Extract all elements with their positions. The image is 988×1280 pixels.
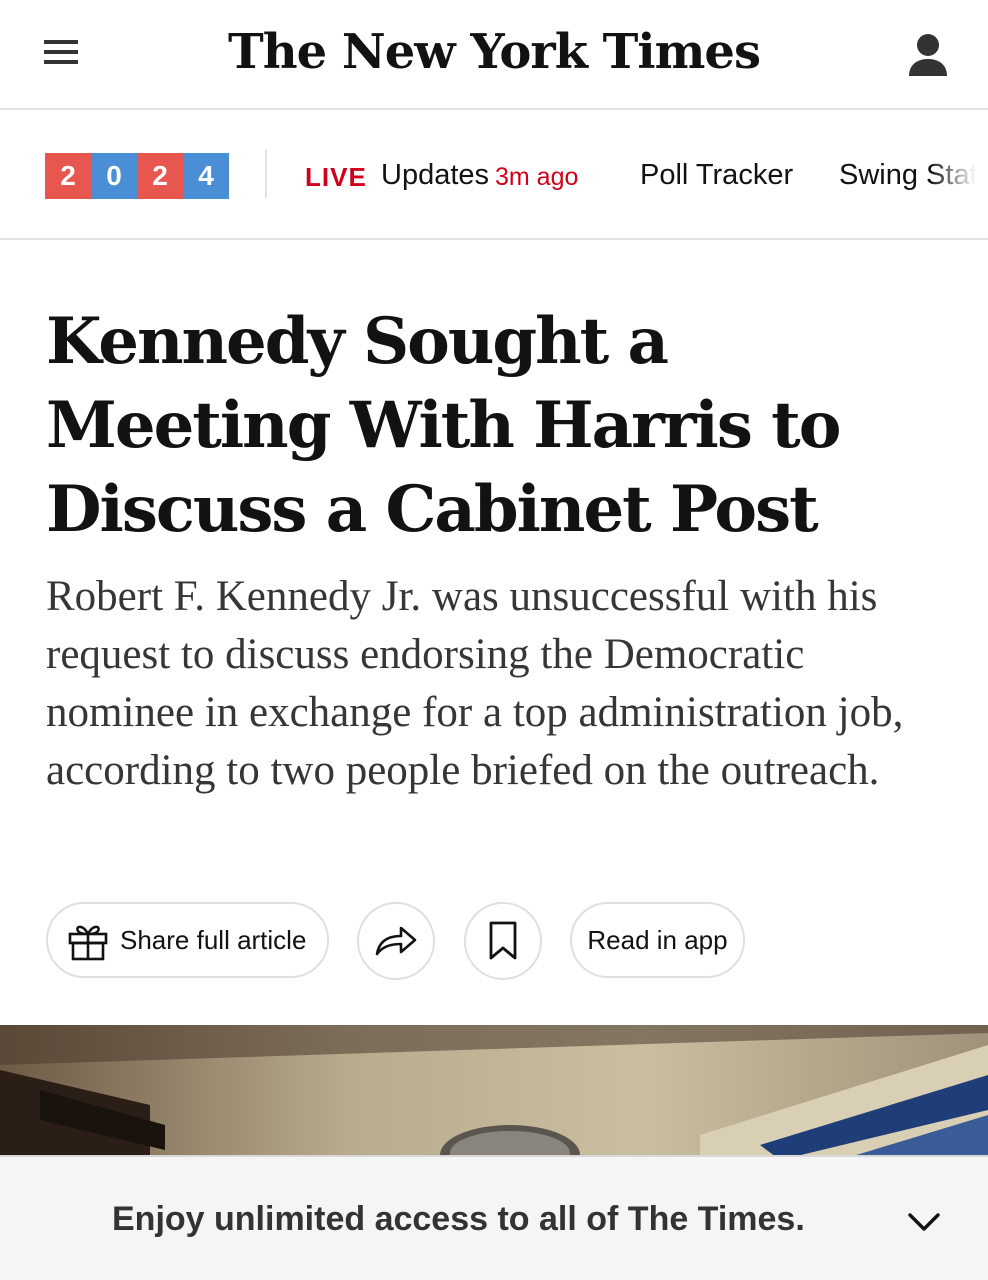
bookmark-icon xyxy=(489,921,517,960)
banner-text: Enjoy unlimited access to all of The Tim… xyxy=(112,1200,805,1238)
top-header: The New York Times xyxy=(0,0,988,110)
live-updates-link[interactable]: Updates xyxy=(381,159,489,192)
article-headline: Kennedy Sought a Meeting With Harris to … xyxy=(46,304,841,547)
account-icon[interactable] xyxy=(906,32,950,80)
read-in-app-label: Read in app xyxy=(587,924,728,955)
save-article-button[interactable] xyxy=(464,902,542,980)
year-digit: 0 xyxy=(91,153,137,199)
share-button[interactable] xyxy=(357,902,435,980)
nav-divider xyxy=(265,150,267,198)
election-nav-bar: 2 0 2 4 LIVE Updates 3m ago Poll Tracker… xyxy=(0,110,988,240)
article-lead-photo[interactable] xyxy=(0,1025,988,1160)
share-full-article-button[interactable]: Share full article xyxy=(46,902,329,978)
updated-time-ago: 3m ago xyxy=(495,163,579,191)
share-label: Share full article xyxy=(120,924,307,955)
gift-icon xyxy=(68,925,108,961)
year-digit: 2 xyxy=(137,153,183,199)
article-summary: Robert F. Kennedy Jr. was unsuccessful w… xyxy=(46,573,904,794)
year-digit: 4 xyxy=(183,153,229,199)
year-digit: 2 xyxy=(45,153,91,199)
nav-fade-overlay xyxy=(930,110,988,238)
read-in-app-button[interactable]: Read in app xyxy=(570,902,745,978)
election-2024-logo[interactable]: 2 0 2 4 xyxy=(45,153,229,199)
nyt-logo[interactable]: The New York Times xyxy=(0,24,988,80)
live-label[interactable]: LIVE xyxy=(305,162,367,193)
poll-tracker-link[interactable]: Poll Tracker xyxy=(640,159,793,192)
subscription-banner[interactable]: Enjoy unlimited access to all of The Tim… xyxy=(0,1155,988,1280)
chevron-down-icon[interactable] xyxy=(900,1203,948,1243)
share-arrow-icon xyxy=(375,926,417,956)
